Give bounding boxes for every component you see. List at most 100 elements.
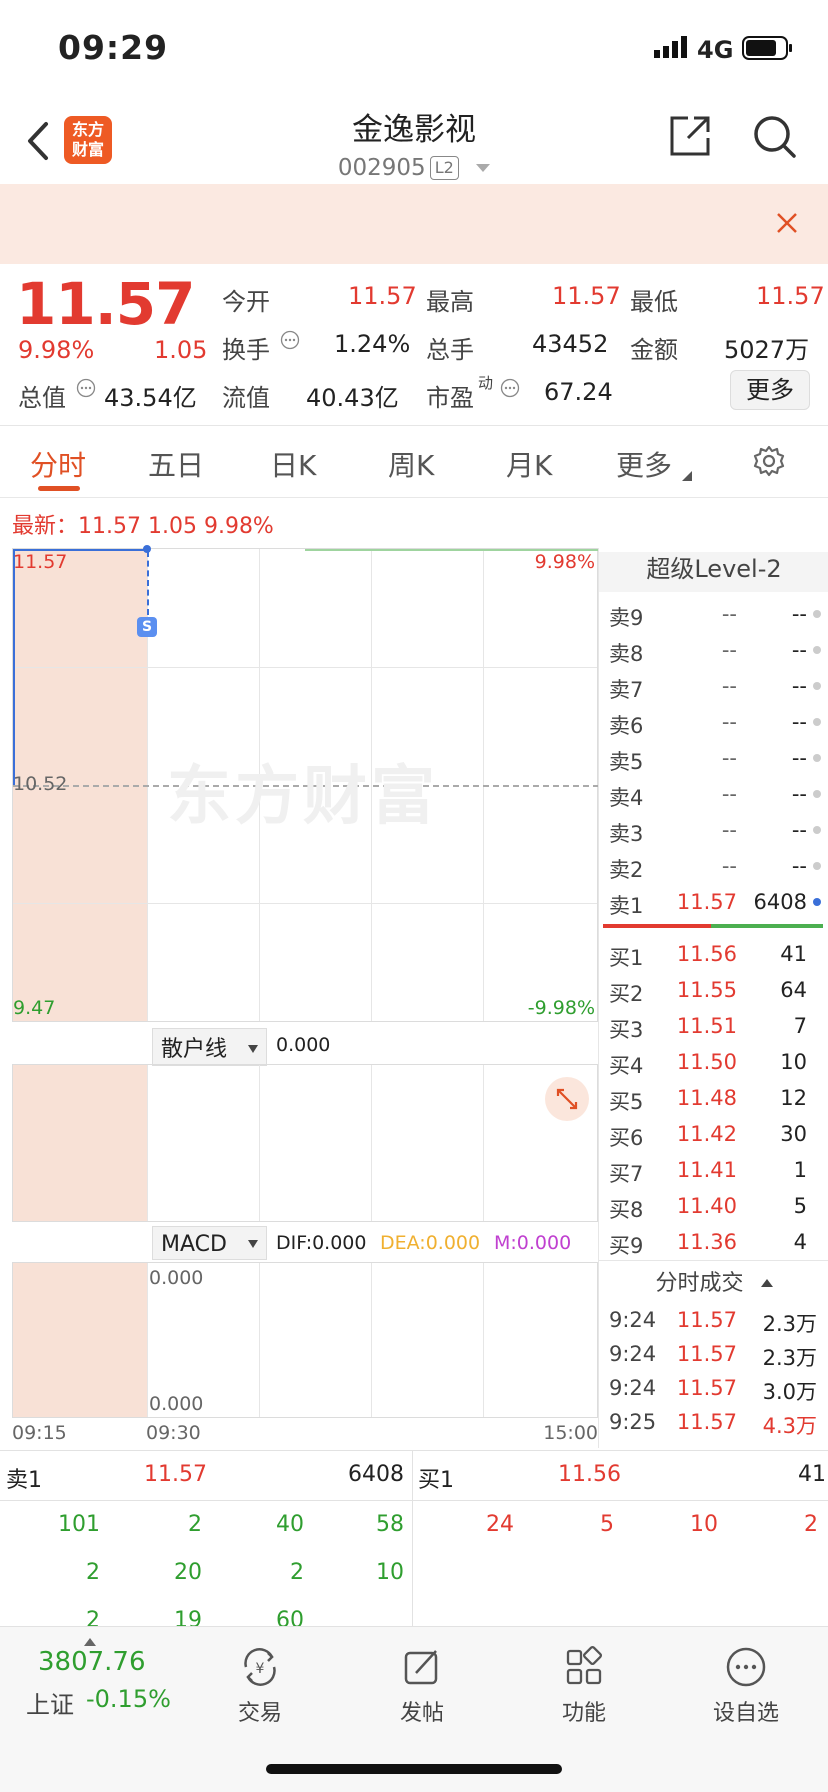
queue-buy-label: 买1 [418, 1468, 454, 1493]
price-bottom-label: 9.47 [13, 997, 56, 1019]
buy-level-1[interactable]: 买1 11.56 41 [599, 936, 828, 972]
trade-price: 11.57 [676, 1342, 737, 1366]
buy-level-9[interactable]: 买9 11.36 4 [599, 1224, 828, 1260]
level-label: 买8 [609, 1198, 644, 1222]
nav-functions[interactable]: 功能 [524, 1645, 644, 1727]
level-label: 买3 [609, 1018, 644, 1042]
indicator1-value: 0.000 [276, 1034, 331, 1056]
home-indicator [266, 1764, 562, 1774]
trade-time: 9:24 [609, 1376, 657, 1400]
trades-header[interactable]: 分时成交 [599, 1260, 828, 1297]
signal-badge[interactable]: S [137, 617, 157, 637]
corner-caret-icon [682, 466, 692, 485]
level-price: 11.42 [676, 1122, 737, 1146]
tab-monthly-k[interactable]: 月K [506, 444, 552, 484]
more-button[interactable]: 更多 [730, 370, 810, 410]
level-price: -- [721, 818, 737, 842]
level-price: 11.41 [676, 1158, 737, 1182]
sell-level-4[interactable]: 卖4 -- -- [599, 776, 828, 812]
settings-icon[interactable] [752, 444, 786, 478]
tab-weekly-k[interactable]: 周K [388, 444, 434, 484]
sell-queue-cell: 2 [188, 1512, 202, 1537]
nav-add-watchlist[interactable]: 设自选 [686, 1645, 806, 1727]
trades-title: 分时成交 [655, 1271, 744, 1296]
intraday-chart[interactable]: S 东方财富 11.57 9.98% 10.52 9.47 -9.98% 散户线… [12, 545, 599, 1448]
level-volume: -- [791, 782, 807, 806]
macd-dropdown[interactable]: MACD [152, 1226, 267, 1260]
buy-level-6[interactable]: 买6 11.42 30 [599, 1116, 828, 1152]
open-value: 11.57 [348, 282, 417, 310]
sell-queue-cell: 40 [276, 1512, 304, 1537]
pe-value: 67.24 [544, 378, 613, 406]
level2-title[interactable]: 超级Level-2 [599, 552, 828, 592]
close-icon[interactable] [776, 212, 798, 234]
price-chart-panel[interactable]: S 东方财富 11.57 9.98% 10.52 9.47 -9.98% [12, 545, 599, 1022]
expand-icon[interactable] [545, 1077, 589, 1121]
buy-level-2[interactable]: 买2 11.55 64 [599, 972, 828, 1008]
macd-dea: DEA:0.000 [380, 1232, 481, 1254]
buy-level-3[interactable]: 买3 11.51 7 [599, 1008, 828, 1044]
info-icon[interactable] [280, 330, 300, 350]
sell-level-2[interactable]: 卖2 -- -- [599, 848, 828, 884]
info-icon[interactable] [76, 378, 96, 398]
sell-queue-cell: 2 [290, 1560, 304, 1585]
search-icon[interactable] [752, 114, 798, 160]
sell-level-9[interactable]: 卖9 -- -- [599, 596, 828, 632]
info-icon[interactable] [500, 378, 520, 398]
buy-level-8[interactable]: 买8 11.40 5 [599, 1188, 828, 1224]
app-logo[interactable]: 东方 财富 [64, 116, 112, 164]
nav-post-label: 发帖 [399, 1701, 444, 1726]
index-value[interactable]: 3807.76 [38, 1647, 146, 1677]
level-volume: 12 [780, 1086, 807, 1110]
level-label: 买7 [609, 1162, 644, 1186]
indicator1-panel[interactable] [12, 1064, 598, 1222]
buy-level-5[interactable]: 买5 11.48 12 [599, 1080, 828, 1116]
sell-level-8[interactable]: 卖8 -- -- [599, 632, 828, 668]
sell-level-5[interactable]: 卖5 -- -- [599, 740, 828, 776]
sell-level-1[interactable]: 卖1 11.57 6408 [599, 884, 828, 920]
level-dot [813, 898, 821, 906]
caret-down-icon [247, 1229, 258, 1254]
signal-icon [654, 36, 688, 60]
buy-level-4[interactable]: 买4 11.50 10 [599, 1044, 828, 1080]
tab-more[interactable]: 更多 [616, 444, 672, 484]
level-label: 卖8 [609, 642, 644, 666]
level-dot [813, 610, 821, 618]
nav-trade[interactable]: ¥ 交易 [200, 1645, 320, 1727]
nav-post[interactable]: 发帖 [362, 1645, 482, 1727]
level-label: 买6 [609, 1126, 644, 1150]
level-badge: L2 [429, 156, 459, 180]
sell-level-6[interactable]: 卖6 -- -- [599, 704, 828, 740]
buy-level-7[interactable]: 买7 11.41 1 [599, 1152, 828, 1188]
indicator1-dropdown[interactable]: 散户线 [152, 1028, 268, 1066]
trade-price: 11.57 [676, 1376, 737, 1400]
level-label: 卖6 [609, 714, 644, 738]
tab-intraday[interactable]: 分时 [30, 444, 86, 484]
mid-price-label: 10.52 [13, 773, 68, 795]
svg-text:¥: ¥ [256, 1661, 265, 1677]
macd-panel[interactable]: 0.000 0.000 [12, 1262, 598, 1418]
macd-top-label: 0.000 [149, 1267, 204, 1289]
sell-level-7[interactable]: 卖7 -- -- [599, 668, 828, 704]
time-end-label: 15:00 [543, 1422, 598, 1444]
more-dots-icon [724, 1645, 768, 1689]
level-price: 11.50 [676, 1050, 737, 1074]
level-volume: 30 [780, 1122, 807, 1146]
level-dot [813, 646, 821, 654]
cursor-line [147, 551, 149, 615]
share-icon[interactable] [668, 114, 712, 158]
sell-queue-cell: 58 [376, 1512, 404, 1537]
level-volume: -- [791, 854, 807, 878]
notice-banner [0, 184, 828, 264]
tab-five-day[interactable]: 五日 [148, 444, 204, 484]
nav-bar: 金逸影视 002905 L2 [0, 96, 828, 184]
pe-label: 市盈 [426, 384, 474, 412]
pe-sup: 动 [478, 374, 494, 392]
level-label: 买5 [609, 1090, 644, 1114]
tab-daily-k[interactable]: 日K [270, 444, 316, 484]
sell-level-3[interactable]: 卖3 -- -- [599, 812, 828, 848]
high-value: 11.57 [552, 282, 621, 310]
level-price: 11.48 [676, 1086, 737, 1110]
buy-queue-cell: 24 [486, 1512, 514, 1537]
volume-label: 总手 [426, 336, 474, 364]
